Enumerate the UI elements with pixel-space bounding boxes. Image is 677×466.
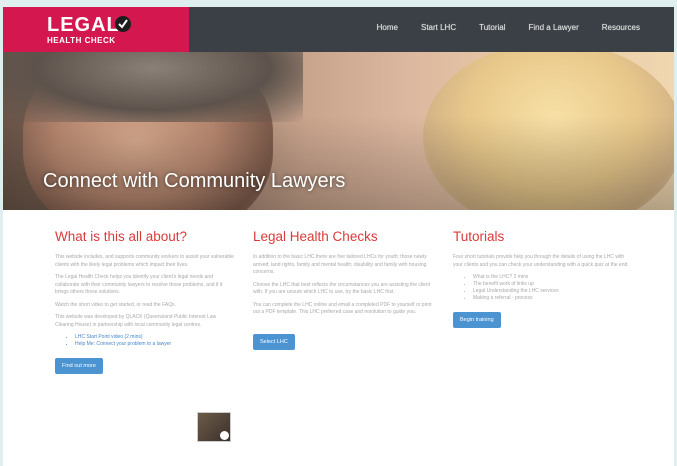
help-link[interactable]: Help Me: Connect your problem to a lawye… <box>75 341 185 348</box>
about-paragraph: The Legal Health Check helps you identif… <box>55 274 223 295</box>
nav-resources[interactable]: Resources <box>602 23 640 32</box>
column-tutorials: Tutorials Four short tutorials provide h… <box>453 229 633 328</box>
about-links: LHC Start Point video (2 mins) Help Me: … <box>55 334 185 348</box>
page: LEGAL HEALTH CHECK Home Start LHC Tutori… <box>3 7 674 466</box>
video-thumbnail[interactable] <box>197 412 231 442</box>
tutorial-item: Legal Understanding the LHC services <box>473 288 633 295</box>
about-paragraph: This website was developed by QLACK (Que… <box>55 314 217 328</box>
health-checks-heading: Legal Health Checks <box>253 229 378 244</box>
nav-start-lhc[interactable]: Start LHC <box>421 23 456 32</box>
health-checks-paragraph: In addition to the basic LHC there are f… <box>253 254 427 275</box>
play-icon <box>220 431 229 440</box>
tutorials-list: What is the LHC? 2 mins The benefit work… <box>453 274 633 302</box>
logo[interactable]: LEGAL HEALTH CHECK <box>3 7 189 52</box>
tutorials-paragraph: Four short tutorials provide help you th… <box>453 254 629 268</box>
tutorial-item: What is the LHC? 2 mins <box>473 274 633 281</box>
column-about: What is this all about? This website inc… <box>55 229 235 442</box>
begin-training-button[interactable]: Begin training <box>453 312 501 328</box>
video-link[interactable]: LHC Start Point video (2 mins) <box>75 334 185 341</box>
hero-title: Connect with Community Lawyers <box>43 170 346 192</box>
nav-tutorial[interactable]: Tutorial <box>479 23 505 32</box>
select-lhc-button[interactable]: Select LHC <box>253 333 295 350</box>
column-health-checks: Legal Health Checks In addition to the b… <box>253 229 433 350</box>
health-checks-paragraph: Choose the LHC that best reflects the ci… <box>253 281 431 296</box>
find-out-more-button[interactable]: Find out more <box>55 358 103 374</box>
nav-home[interactable]: Home <box>377 23 398 32</box>
logo-subtitle: HEALTH CHECK <box>47 36 116 45</box>
tutorial-item: Making a referral - process <box>473 295 633 302</box>
tutorials-heading: Tutorials <box>453 229 505 244</box>
about-heading: What is this all about? <box>55 229 188 244</box>
about-paragraph: This website includes, and supports comm… <box>55 254 234 268</box>
main-nav: Home Start LHC Tutorial Find a Lawyer Re… <box>354 23 640 32</box>
site-header: LEGAL HEALTH CHECK Home Start LHC Tutori… <box>3 7 674 52</box>
checkmark-icon <box>115 16 131 32</box>
health-checks-paragraph: You can complete the LHC online and emai… <box>253 301 432 316</box>
about-paragraph: Watch the short video to get started, or… <box>55 301 176 308</box>
logo-text: LEGAL <box>47 14 120 36</box>
nav-find-lawyer[interactable]: Find a Lawyer <box>529 23 579 32</box>
tutorial-item: The benefit work of links up <box>473 281 633 288</box>
hero-banner: Connect with Community Lawyers <box>3 52 674 210</box>
